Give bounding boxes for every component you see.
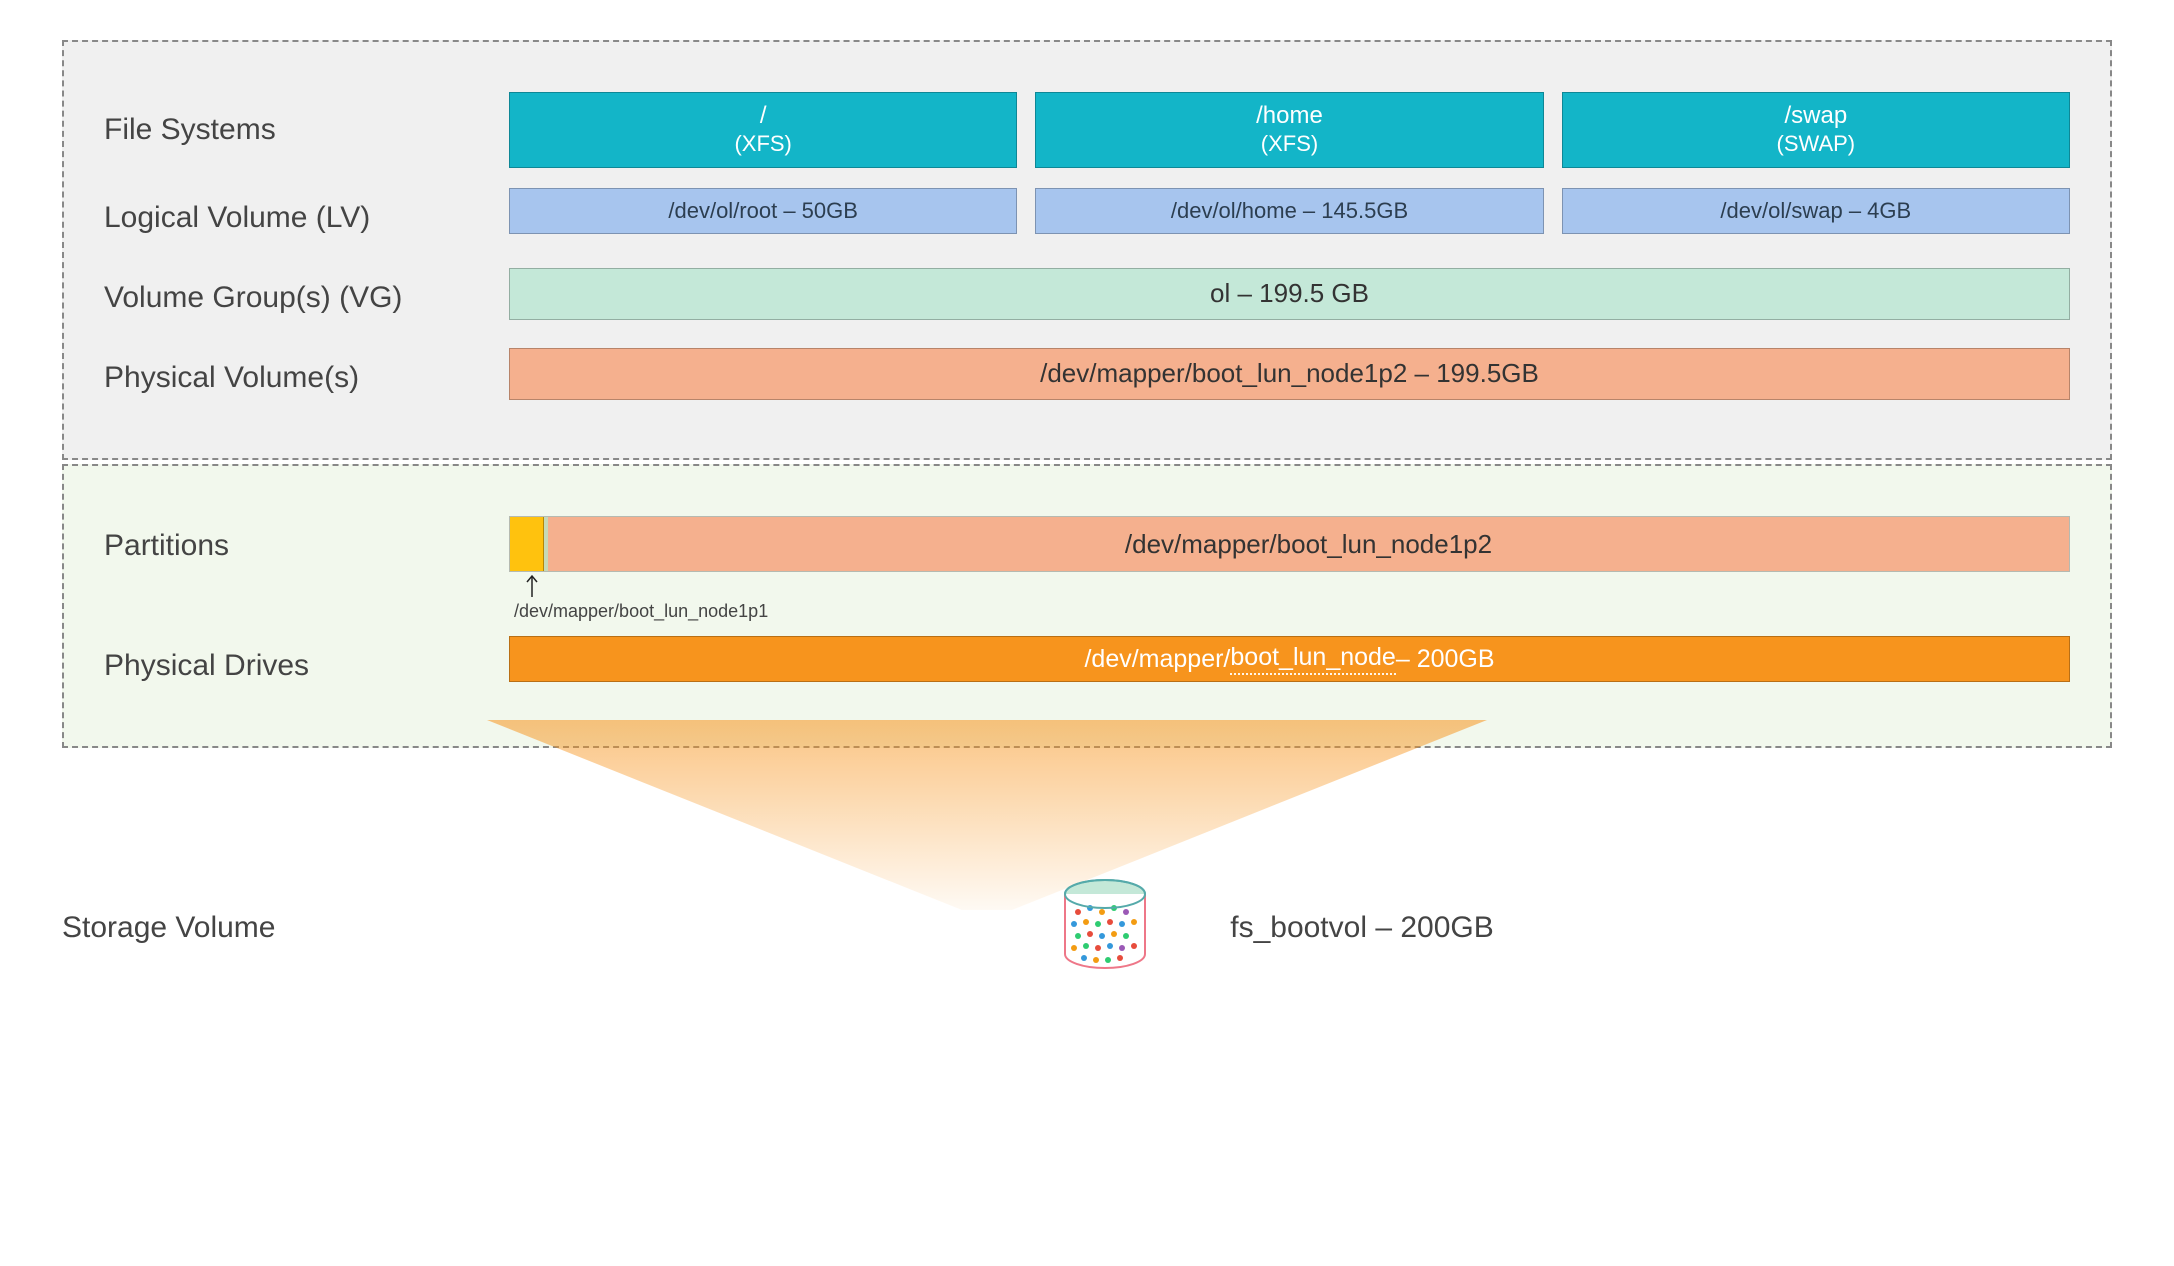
partitions-bar: /dev/mapper/boot_lun_node1p2 /dev/mapper… [509,516,2070,572]
hardware-layers-panel: Partitions /dev/mapper/boot_lun_node1p2 … [62,464,2112,748]
storage-volume-text: fs_bootvol – 200GB [1230,911,1494,945]
lv-swap: /dev/ol/swap – 4GB [1562,188,2070,234]
fs-mount: /swap [1784,102,1847,131]
label-storage-volume: Storage Volume [62,911,442,945]
filesystems-content: / (XFS) /home (XFS) /swap (SWAP) [509,92,2070,168]
partition-p1-label: /dev/mapper/boot_lun_node1p1 [514,601,768,622]
pv-content: /dev/mapper/boot_lun_node1p2 – 199.5GB [509,348,2070,408]
label-physical-volumes: Physical Volume(s) [104,361,484,395]
lv-home: /dev/ol/home – 145.5GB [1035,188,1543,234]
lv-root: /dev/ol/root – 50GB [509,188,1017,234]
pd-content: /dev/mapper/boot_lun_node – 200GB [509,636,2070,696]
label-filesystems: File Systems [104,113,484,147]
fs-type: (XFS) [1261,131,1318,157]
partitions-content: /dev/mapper/boot_lun_node1p2 /dev/mapper… [509,516,2070,576]
row-logical-volumes: Logical Volume (LV) /dev/ol/root – 50GB … [104,188,2070,248]
partition-p1-callout: /dev/mapper/boot_lun_node1p1 [520,573,768,622]
fs-mount: / [760,102,767,131]
storage-cylinder-icon [1060,878,1150,978]
label-volume-groups: Volume Group(s) (VG) [104,281,484,315]
fs-type: (SWAP) [1777,131,1856,157]
row-partitions: Partitions /dev/mapper/boot_lun_node1p2 … [104,516,2070,576]
fs-swap: /swap (SWAP) [1562,92,2070,168]
fs-home: /home (XFS) [1035,92,1543,168]
label-physical-drives: Physical Drives [104,649,484,683]
vg-content: ol – 199.5 GB [509,268,2070,328]
row-physical-volumes: Physical Volume(s) /dev/mapper/boot_lun_… [104,348,2070,408]
label-partitions: Partitions [104,529,484,563]
lvm-storage-diagram: File Systems / (XFS) /home (XFS) /swap (… [62,40,2112,978]
arrow-up-icon [524,573,540,599]
lvm-layers-panel: File Systems / (XFS) /home (XFS) /swap (… [62,40,2112,460]
pd-suffix: – 200GB [1396,645,1495,674]
row-physical-drives: Physical Drives /dev/mapper/boot_lun_nod… [104,636,2070,696]
pd-prefix: /dev/mapper/ [1084,645,1230,674]
lv-content: /dev/ol/root – 50GB /dev/ol/home – 145.5… [509,188,2070,248]
storage-content: fs_bootvol – 200GB [442,878,2112,978]
fs-type: (XFS) [734,131,791,157]
pv-node1p2: /dev/mapper/boot_lun_node1p2 – 199.5GB [509,348,2070,400]
partition-p2-label: /dev/mapper/boot_lun_node1p2 [1125,529,1492,560]
row-storage-volume: Storage Volume fs_bootvol – 200GB [62,878,2112,978]
vg-ol: ol – 199.5 GB [509,268,2070,320]
row-volume-groups: Volume Group(s) (VG) ol – 199.5 GB [104,268,2070,328]
fs-root: / (XFS) [509,92,1017,168]
row-filesystems: File Systems / (XFS) /home (XFS) /swap (… [104,92,2070,168]
partition-p1 [510,517,544,571]
pd-mid: boot_lun_node [1230,643,1395,675]
physical-drive-bar: /dev/mapper/boot_lun_node – 200GB [509,636,2070,682]
partition-p2: /dev/mapper/boot_lun_node1p2 [548,517,2069,571]
fs-mount: /home [1256,102,1323,131]
label-logical-volume: Logical Volume (LV) [104,201,484,235]
